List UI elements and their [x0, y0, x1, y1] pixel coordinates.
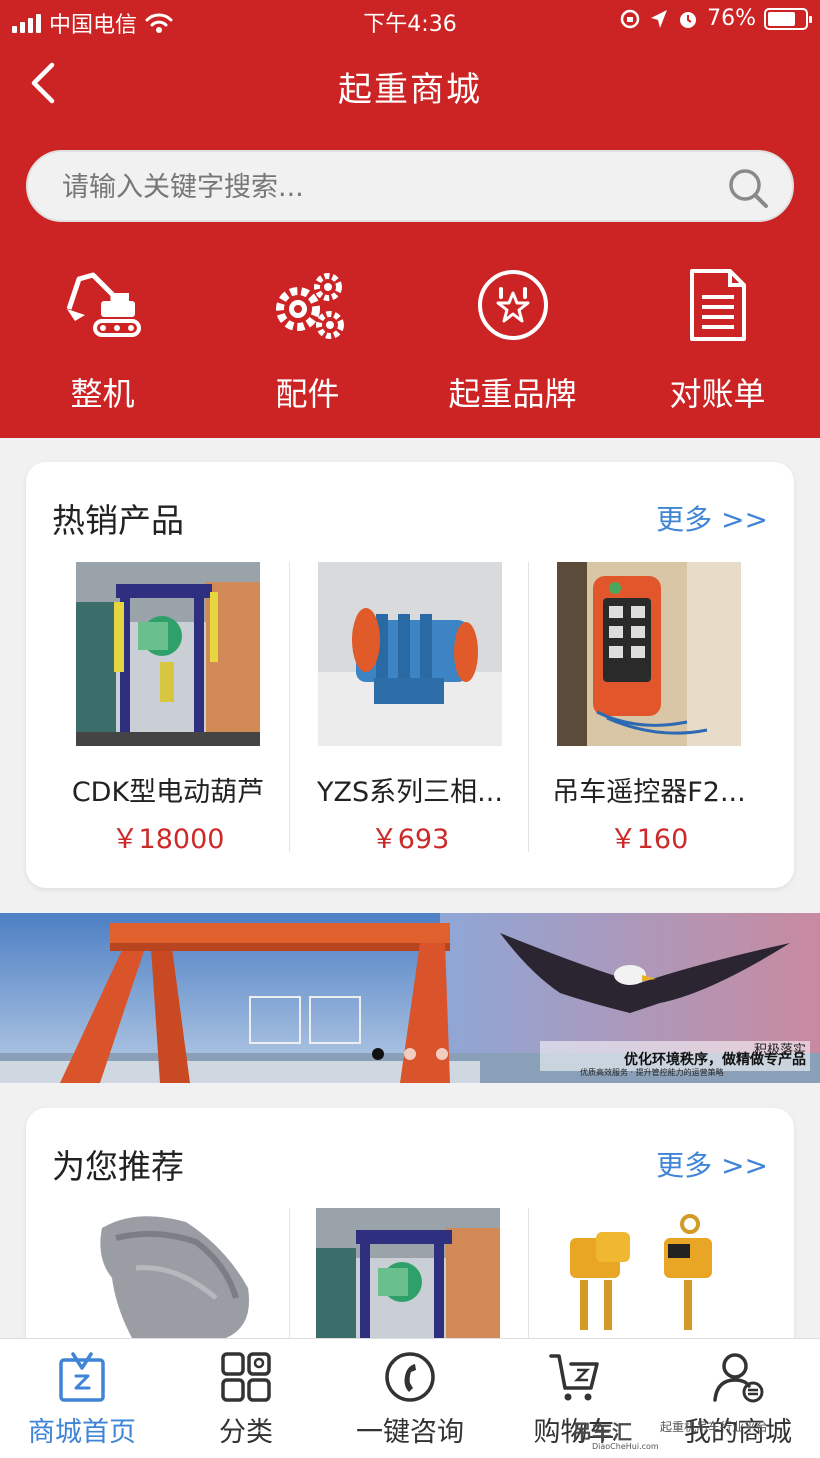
watermark-caption: 起重机吊车行业平台	[659, 1420, 768, 1434]
divider	[289, 1208, 290, 1338]
product-image-hoist	[316, 1208, 500, 1338]
quick-entry-parts[interactable]: 配件	[205, 265, 410, 415]
section-title: 为您推荐	[52, 1147, 184, 1186]
carousel-dot[interactable]	[436, 1048, 448, 1060]
product-image-chain-hoist	[556, 1208, 740, 1338]
header: 中国电信 下午4:36 76% 起重商城 请输入关键字搜索... 整机 配件 起…	[0, 0, 820, 438]
shop-bag-icon	[59, 1352, 105, 1402]
more-link[interactable]: 更多 >>	[656, 1144, 768, 1184]
gears-icon	[275, 273, 344, 339]
excavator-icon	[66, 272, 141, 337]
product-card[interactable]: 吊车遥控器F2... ￥160	[529, 562, 769, 856]
watermark-domain: DiaoCheHui.com	[592, 1442, 659, 1451]
recommend-item[interactable]	[76, 1208, 260, 1338]
product-price: ￥18000	[111, 824, 225, 855]
more-link[interactable]: 更多 >>	[656, 498, 768, 538]
watermark-logo: 吊车汇	[572, 1420, 632, 1444]
banner-slogan: 优化环境秩序，做精做专产品	[624, 1052, 806, 1068]
alarm-icon	[680, 11, 697, 28]
location-icon	[651, 9, 668, 28]
product-image-hoist	[76, 562, 260, 746]
quick-entry-label: 整机	[70, 375, 135, 413]
star-badge-icon	[477, 270, 548, 340]
quick-entry-machines[interactable]: 整机	[0, 265, 205, 415]
tab-home[interactable]: 商城首页	[0, 1350, 164, 1449]
quick-entry-brands[interactable]: 起重品牌	[410, 265, 615, 415]
product-card[interactable]: CDK型电动葫芦 ￥18000	[48, 562, 288, 856]
recommend-item[interactable]	[556, 1208, 740, 1338]
tab-consult[interactable]: 一键咨询	[328, 1350, 492, 1449]
carousel-dot[interactable]	[404, 1048, 416, 1060]
carousel-dot-active[interactable]	[372, 1048, 384, 1060]
product-name: CDK型电动葫芦	[71, 777, 265, 808]
user-icon	[713, 1353, 764, 1403]
status-bar: 中国电信 下午4:36 76%	[0, 0, 820, 42]
nav-bar: 起重商城	[0, 50, 820, 116]
section-title: 热销产品	[52, 501, 184, 540]
quick-entry-label: 起重品牌	[448, 375, 577, 413]
recommend-item[interactable]	[316, 1208, 500, 1338]
product-price: ￥693	[370, 824, 450, 855]
tab-label: 一键咨询	[356, 1417, 464, 1448]
product-image-motor	[318, 562, 502, 746]
tab-label: 商城首页	[28, 1417, 136, 1448]
product-card[interactable]: YZS系列三相... ￥693	[290, 562, 530, 856]
divider	[528, 1208, 529, 1338]
rotation-lock-icon	[620, 9, 640, 28]
search-icon[interactable]	[726, 166, 770, 210]
product-price: ￥160	[609, 824, 689, 855]
quick-entry-label: 配件	[275, 375, 340, 413]
quick-entry-label: 对账单	[669, 375, 766, 413]
phone-icon	[385, 1352, 435, 1402]
battery-icon	[764, 7, 812, 30]
product-image-gear-part	[76, 1208, 260, 1338]
product-name: YZS系列三相...	[317, 777, 503, 808]
search-bar	[26, 150, 794, 222]
quick-entry-statement[interactable]: 对账单	[615, 265, 820, 415]
cart-icon	[549, 1354, 599, 1401]
product-name: 吊车遥控器F2...	[552, 777, 746, 808]
banner-subtitle: 优质高效服务 · 提升管控能力的运营策略	[580, 1068, 724, 1077]
page-title: 起重商城	[338, 70, 482, 110]
product-image-remote	[557, 562, 741, 746]
tab-category[interactable]: 分类	[164, 1350, 328, 1449]
tab-label: 分类	[219, 1417, 273, 1448]
battery-percent: 76%	[707, 6, 756, 31]
search-input[interactable]	[62, 166, 702, 208]
category-grid-icon	[221, 1352, 271, 1402]
document-icon	[689, 269, 746, 341]
